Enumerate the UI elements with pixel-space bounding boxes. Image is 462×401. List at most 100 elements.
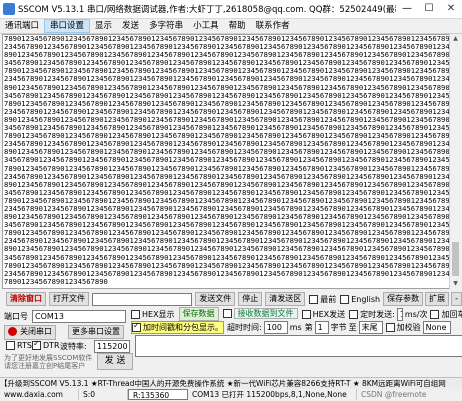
timeout-label: 超时时间:: [227, 322, 262, 332]
checksum-select[interactable]: None: [422, 320, 451, 334]
website-link[interactable]: www.daxia.com: [0, 389, 79, 400]
watermark: CSDN @freemote: [361, 390, 427, 399]
scroll-thumb[interactable]: [452, 242, 459, 276]
output-line: 8901234567890123456789012345678901234567…: [4, 180, 449, 189]
output-line: 7890123456789012345678901234567890123456…: [4, 67, 449, 76]
scroll-down-arrow-icon[interactable]: ▼: [450, 279, 461, 289]
port-select[interactable]: COM13: [32, 310, 126, 323]
save-params-button[interactable]: 保存参数: [383, 292, 424, 306]
output-line: 7890123456789012345678901234567890123456…: [4, 35, 449, 43]
output-line: 2345678901234567890123456789012345678901…: [4, 75, 449, 84]
send-file-button[interactable]: 发送文件: [195, 292, 236, 306]
menu-contact-author[interactable]: 联系作者: [251, 19, 295, 33]
output-line: 3456789012345678901234567890123456789012…: [4, 253, 449, 262]
output-line: 2345678901234567890123456789012345678901…: [4, 107, 449, 116]
close-port-button[interactable]: 关闭串口: [4, 325, 56, 340]
menu-comm-port[interactable]: 通讯端口: [0, 19, 44, 33]
output-scrollbar[interactable]: ▲ ▼: [449, 34, 461, 289]
expand-button[interactable]: 扩展: [425, 292, 450, 306]
output-line: 789012345678901234567890: [4, 277, 108, 286]
clear-send-button[interactable]: 清发送区: [265, 292, 306, 306]
output-line: 7890123456789012345678901234567890123456…: [4, 229, 449, 238]
output-line: 8901234567890123456789012345678901234567…: [4, 51, 449, 60]
save-data-button[interactable]: 保存数据: [178, 307, 219, 321]
output-line: 8901234567890123456789012345678901234567…: [4, 148, 449, 157]
clear-window-button[interactable]: 清除窗口: [6, 292, 46, 306]
menu-serial-settings[interactable]: 串口设置: [44, 19, 91, 33]
newline-checkbox[interactable]: 加回车换行: [430, 309, 462, 320]
topmost-option[interactable]: 最前: [309, 294, 336, 305]
timeout-input[interactable]: 100: [263, 320, 288, 334]
menu-help[interactable]: 帮助: [224, 19, 251, 33]
output-line: 2345678901234567890123456789012345678901…: [4, 237, 449, 246]
menu-send[interactable]: 发送: [117, 19, 144, 33]
to-label: 至: [348, 322, 357, 332]
recv-to-file-checkbox[interactable]: 接收数据到文件: [222, 308, 298, 320]
nth-label: 第: [304, 322, 313, 332]
minimize-button[interactable]: —: [396, 0, 418, 18]
checksum-checkbox[interactable]: 加校验: [385, 322, 421, 333]
promo-text: 为了更好地发展SSCOM软件 请您注册嘉立创P结尾客户: [4, 354, 93, 370]
output-line: 3456789012345678901234567890123456789012…: [4, 91, 449, 100]
timed-send-checkbox[interactable]: 定时发送:: [349, 309, 395, 320]
menu-bar: 通讯端口 串口设置 显示 发送 多字符串 小工具 帮助 联系作者: [0, 19, 462, 34]
send-input-area[interactable]: [135, 335, 462, 357]
open-file-button[interactable]: 打开文件: [49, 292, 89, 306]
output-line: 2345678901234567890123456789012345678901…: [4, 204, 449, 213]
menu-display[interactable]: 显示: [90, 19, 117, 33]
file-toolbar: 清除窗口 打开文件 发送文件 停止 清发送区 最前 English 保存参数 扩…: [0, 291, 462, 307]
output-line: 2345678901234567890123456789012345678901…: [4, 43, 449, 52]
output-line: 3456789012345678901234567890123456789012…: [4, 156, 449, 165]
output-line: 8901234567890123456789012345678901234567…: [4, 115, 449, 124]
rts-checkbox[interactable]: RTS: [6, 341, 32, 350]
collapse-button[interactable]: -: [451, 292, 462, 306]
byte-index-input[interactable]: 1: [314, 320, 329, 334]
output-line: 8901234567890123456789012345678901234567…: [4, 245, 449, 254]
send-options-row-1: HEX显示 保存数据 接收数据到文件 HEX发送 定时发送: 1000 ms/次…: [131, 307, 462, 321]
baud-select[interactable]: 115200: [94, 340, 130, 353]
output-line: 7890123456789012345678901234567890123456…: [4, 99, 449, 108]
output-line: 8901234567890123456789012345678901234567…: [4, 83, 449, 92]
sent-count: S:0: [79, 389, 128, 400]
close-button[interactable]: ✕: [440, 0, 462, 18]
output-line: 2345678901234567890123456789012345678901…: [4, 140, 449, 149]
output-line: 3456789012345678901234567890123456789012…: [4, 221, 449, 230]
stop-button[interactable]: 停止: [238, 292, 263, 306]
more-serial-settings-button[interactable]: 更多串口设置: [68, 325, 124, 339]
menu-tools[interactable]: 小工具: [188, 19, 224, 33]
dtr-checkbox[interactable]: DTR: [32, 339, 60, 350]
timed-ms-input[interactable]: 1000: [396, 307, 403, 321]
output-line: 7890123456789012345678901234567890123456…: [4, 164, 449, 173]
file-path-field[interactable]: [92, 292, 193, 306]
received-count: R:135360: [128, 389, 188, 400]
output-line: 7890123456789012345678901234567890123456…: [4, 261, 449, 270]
hex-send-checkbox[interactable]: HEX发送: [301, 309, 345, 320]
menu-multi-string[interactable]: 多字符串: [144, 19, 188, 33]
output-line: 3456789012345678901234567890123456789012…: [4, 59, 449, 68]
receive-output-area[interactable]: 7890123456789012345678901234567890123456…: [2, 34, 450, 289]
status-bar: www.daxia.com S:0 R:135360 COM13 已打开 115…: [0, 389, 462, 400]
scroll-up-arrow-icon[interactable]: ▲: [450, 34, 461, 44]
hex-display-checkbox[interactable]: HEX显示: [131, 309, 175, 320]
output-line: 2345678901234567890123456789012345678901…: [4, 269, 449, 278]
port-status-led-icon: [8, 327, 17, 336]
send-settings-panel: HEX显示 保存数据 接收数据到文件 HEX发送 定时发送: 1000 ms/次…: [97, 307, 462, 375]
byte-label: 字节: [330, 322, 347, 332]
port-label: 端口号: [4, 312, 28, 321]
english-option[interactable]: English: [340, 294, 380, 304]
send-button[interactable]: 发 送: [97, 353, 133, 370]
window-title: SSCOM V5.13.1 串口/网络数据调试器,作者:大虾丁丁,2618058…: [18, 5, 396, 15]
timeout-unit: ms: [289, 322, 302, 332]
timestamp-checkbox[interactable]: 加时间戳和分包显示。: [131, 320, 224, 334]
baud-label: 波特率:: [60, 342, 87, 351]
output-line: 2345678901234567890123456789012345678901…: [4, 172, 449, 181]
output-line: 7890123456789012345678901234567890123456…: [4, 196, 449, 205]
maximize-button[interactable]: ☐: [418, 0, 440, 18]
end-select[interactable]: 末尾: [358, 320, 383, 334]
output-line: 8901234567890123456789012345678901234567…: [4, 213, 449, 222]
output-line: 3456789012345678901234567890123456789012…: [4, 124, 449, 133]
app-icon: [3, 3, 15, 15]
output-line: 3456789012345678901234567890123456789012…: [4, 188, 449, 197]
timed-unit-label: ms/次: [404, 309, 428, 319]
send-options-row-2: 加时间戳和分包显示。 超时时间: 100 ms 第 1 字节 至 末尾 加校验 …: [131, 320, 462, 334]
